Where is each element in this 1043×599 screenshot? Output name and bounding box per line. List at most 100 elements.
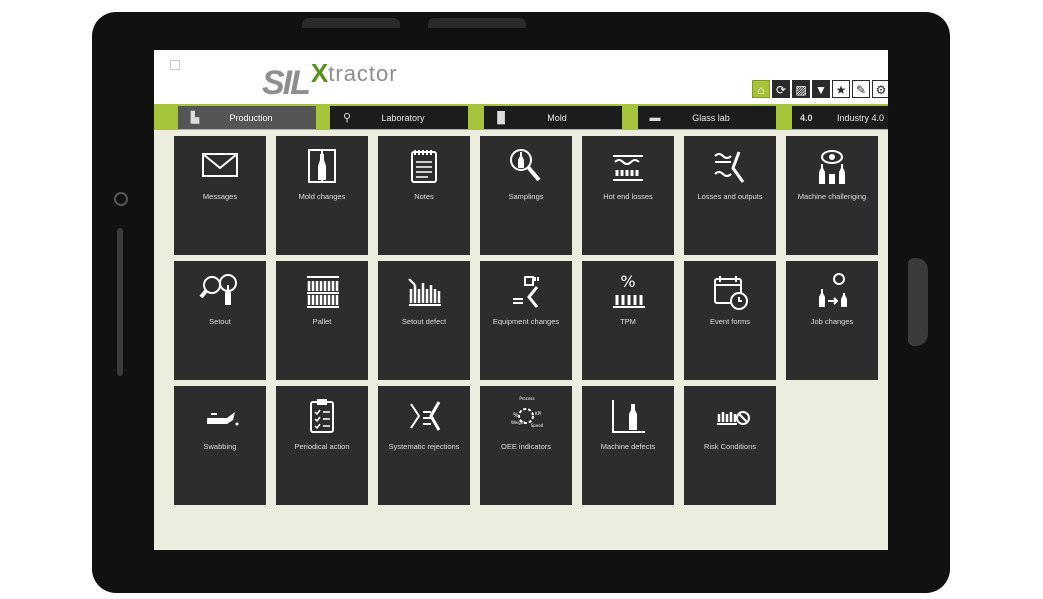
tile-label: Periodical action: [294, 442, 350, 451]
image-button[interactable]: ▨: [792, 80, 810, 98]
settings-button[interactable]: ⚙: [872, 80, 888, 98]
tile-samplings[interactable]: Samplings: [480, 136, 572, 255]
mold-change-icon: [308, 149, 336, 183]
section-tabs: ▙ Production ⚲ Laboratory ▐▌ Mold ▬ Glass lab 4.…: [154, 104, 888, 130]
mold-icon: ▐▌: [493, 111, 509, 124]
logo-x: X: [310, 58, 329, 88]
pallet-icon: [307, 276, 339, 308]
tile-label: Event forms: [709, 317, 750, 326]
tab-label: Laboratory: [381, 112, 425, 123]
tab-production[interactable]: ▙ Production: [178, 106, 316, 129]
tile-label: Machine defects: [600, 442, 656, 451]
tile-systematic-rejections[interactable]: Systematic rejections: [378, 386, 470, 505]
tab-label: Glass lab: [692, 112, 730, 123]
equipment-changes-icon: [513, 276, 539, 308]
tile-notes[interactable]: Notes: [378, 136, 470, 255]
tile-setout[interactable]: Setout: [174, 261, 266, 380]
tile-label: Losses and outputs: [697, 192, 763, 201]
hardware-button: [302, 18, 400, 28]
tile-mold-changes[interactable]: Mold changes: [276, 136, 368, 255]
hot-end-losses-icon: [613, 155, 643, 181]
machine-defects-icon: [612, 400, 645, 433]
tile-setout-defect[interactable]: Setout defect: [378, 261, 470, 380]
oee-sublabel-process: Process: [519, 396, 534, 401]
tile-machine-defects[interactable]: Machine defects: [582, 386, 674, 505]
oil-can-icon: [207, 412, 239, 426]
home-button[interactable]: ⌂: [752, 80, 770, 98]
filter-button[interactable]: ▼: [812, 80, 830, 98]
oee-sublabel-speed: Speed: [531, 423, 544, 428]
notepad-icon: [411, 150, 437, 183]
side-slot: [117, 228, 123, 376]
tab-label: Mold: [547, 112, 567, 123]
setout-defect-icon: [408, 278, 441, 306]
tile-label: OEE indicators: [500, 442, 552, 451]
side-handle: [908, 258, 928, 346]
tile-label: Mold changes: [298, 192, 346, 201]
tile-label: Samplings: [508, 192, 544, 201]
percent-glyph: %: [513, 412, 519, 419]
industry-badge: 4.0: [800, 112, 813, 123]
hardware-button: [428, 18, 526, 28]
refresh-icon: ⟳: [775, 83, 787, 97]
tile-hot-end-losses[interactable]: Hot end losses: [582, 136, 674, 255]
tile-label: Job changes: [810, 317, 854, 326]
tile-label: Messages: [202, 192, 238, 201]
refresh-button[interactable]: ⟳: [772, 80, 790, 98]
tile-event-forms[interactable]: Event forms: [684, 261, 776, 380]
tile-label: Swabbing: [203, 442, 237, 451]
tile-label: Notes: [414, 192, 434, 201]
filter-icon: ▼: [815, 83, 827, 97]
tile-machine-challenging[interactable]: Machine challenging: [786, 136, 878, 255]
tile-job-changes[interactable]: Job changes: [786, 261, 878, 380]
setout-icon: [199, 274, 237, 305]
eye-bottles-icon: [819, 150, 845, 184]
calendar-clock-icon: [714, 276, 748, 310]
logo-sil: SIL: [262, 64, 311, 102]
oee-sublabel-weight: Weight: [511, 420, 525, 425]
risk-conditions-icon: [717, 411, 750, 425]
tile-label: Systematic rejections: [388, 442, 460, 451]
tile-equipment-changes[interactable]: Equipment changes: [480, 261, 572, 380]
edit-icon: ✎: [855, 83, 867, 97]
tab-industry-4-0[interactable]: 4.0 Industry 4.0: [792, 106, 888, 129]
edit-button[interactable]: ✎: [852, 80, 870, 98]
tile-oee-indicators[interactable]: Process KPI Weight Speed% OEE indicators: [480, 386, 572, 505]
tile-losses-and-outputs[interactable]: Losses and outputs: [684, 136, 776, 255]
home-icon: ⌂: [757, 83, 765, 97]
job-changes-icon: [819, 273, 847, 307]
tile-periodical-action[interactable]: Periodical action: [276, 386, 368, 505]
microscope-icon: ⚲: [342, 111, 352, 124]
oee-sublabel-kpi: KPI: [535, 411, 541, 416]
magnifier-bottle-icon: [510, 149, 541, 182]
tab-laboratory[interactable]: ⚲ Laboratory: [330, 106, 468, 129]
oee-gauge-icon: Process KPI Weight Speed%: [511, 396, 544, 428]
tile-risk-conditions[interactable]: Risk Conditions: [684, 386, 776, 505]
tile-label: Setout defect: [401, 317, 447, 326]
tab-label: Industry 4.0: [836, 112, 884, 123]
tile-label: Machine challenging: [797, 192, 867, 201]
app-screen: SIL X tractor ⌂ ⟳ ▨ ▼ ★ ✎ ⚙ ▙ Production ⚲ Labora…: [154, 50, 888, 550]
tpm-percent-icon: %: [613, 272, 645, 308]
camera-lens: [114, 192, 128, 206]
tile-pallet[interactable]: Pallet: [276, 261, 368, 380]
favorites-button[interactable]: ★: [832, 80, 850, 98]
factory-icon: ▙: [190, 111, 200, 124]
image-icon: ▨: [795, 83, 807, 97]
tab-mold[interactable]: ▐▌ Mold: [484, 106, 622, 129]
tile-messages[interactable]: Messages: [174, 136, 266, 255]
logo-tractor: tractor: [328, 61, 398, 86]
envelope-icon: [202, 153, 238, 177]
svg-text:%: %: [620, 272, 635, 291]
tile-swabbing[interactable]: Swabbing: [174, 386, 266, 505]
app-header: SIL X tractor ⌂ ⟳ ▨ ▼ ★ ✎ ⚙: [154, 50, 888, 104]
tile-label: TPM: [620, 317, 636, 326]
clipboard-checklist-icon: [310, 399, 334, 433]
toolbar: ⌂ ⟳ ▨ ▼ ★ ✎ ⚙: [752, 80, 888, 98]
gear-icon: ⚙: [875, 83, 887, 97]
tab-glass-lab[interactable]: ▬ Glass lab: [638, 106, 776, 129]
tile-label: Equipment changes: [492, 317, 560, 326]
tile-label: Hot end losses: [603, 192, 653, 201]
glass-lab-icon: ▬: [649, 111, 661, 124]
tile-tpm[interactable]: % TPM: [582, 261, 674, 380]
